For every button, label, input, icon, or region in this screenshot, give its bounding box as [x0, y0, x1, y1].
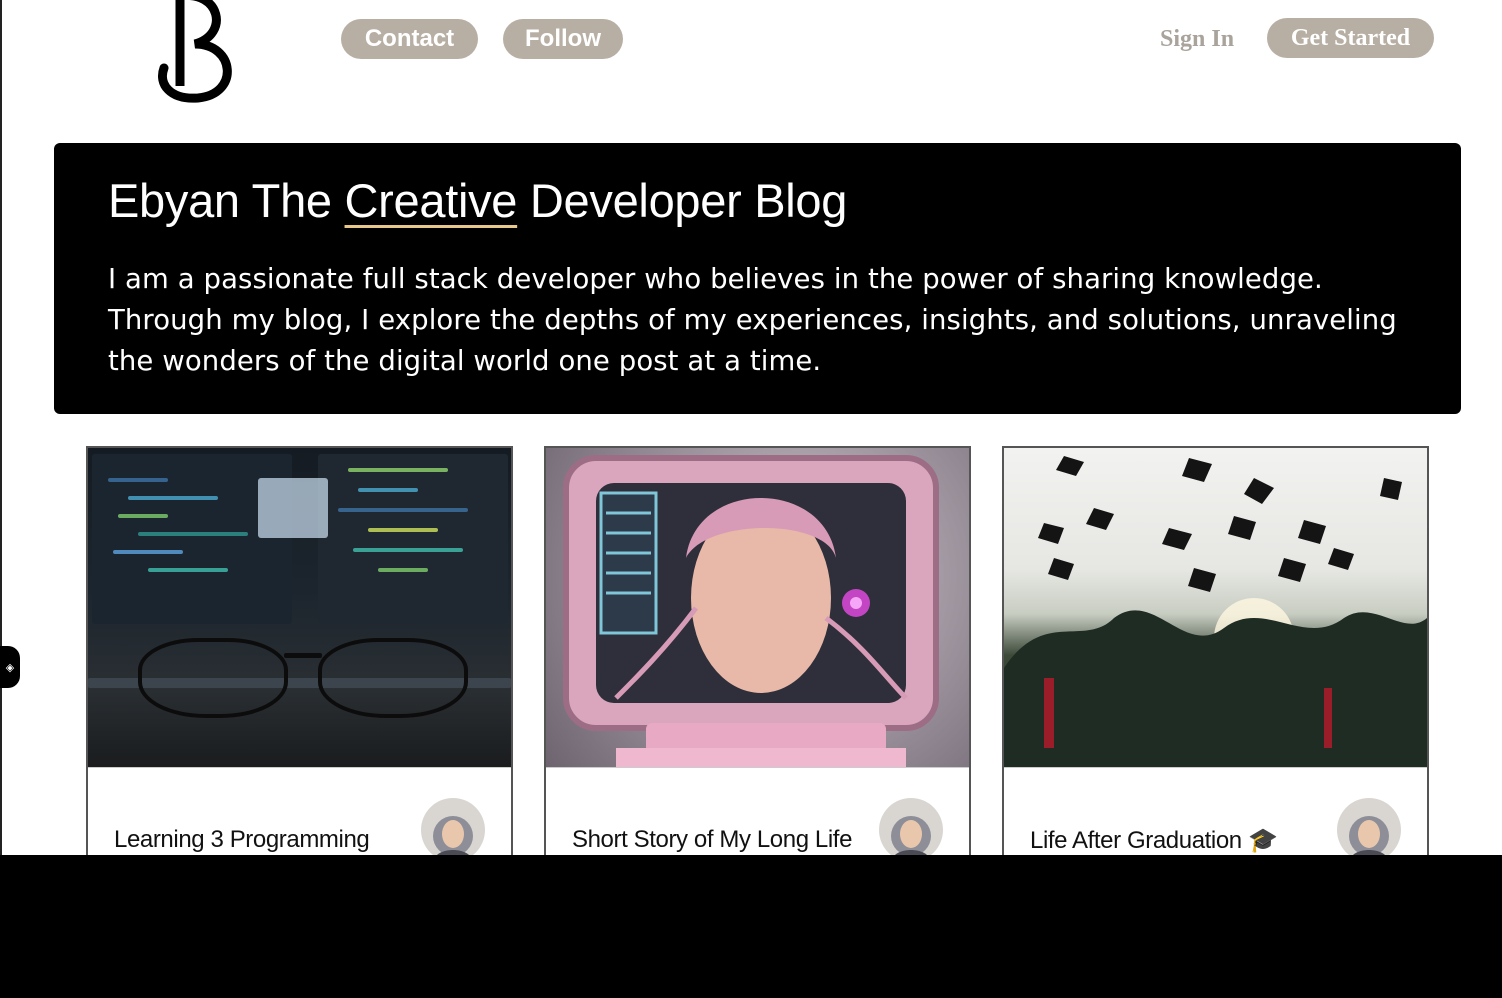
- post-card[interactable]: Life After Graduation 🎓: [1002, 446, 1429, 866]
- hero-title-highlight: Creative: [344, 174, 518, 227]
- post-title[interactable]: Life After Graduation 🎓: [1030, 826, 1278, 855]
- post-image-pink-computer[interactable]: [546, 448, 969, 768]
- post-card[interactable]: Short Story of My Long Life: [544, 446, 971, 866]
- hero-title-after: Developer Blog: [517, 174, 848, 227]
- logo-icon[interactable]: [150, 0, 250, 106]
- sign-in-link[interactable]: Sign In: [1160, 22, 1234, 56]
- post-title[interactable]: Learning 3 Programming: [114, 826, 370, 854]
- post-image-graduation-caps[interactable]: [1004, 448, 1427, 768]
- side-tab-icon[interactable]: ◈: [0, 646, 20, 688]
- hero-banner: Ebyan The Creative Developer Blog I am a…: [54, 143, 1461, 414]
- hero-title-before: Ebyan The: [108, 174, 345, 227]
- author-avatar[interactable]: [421, 798, 485, 862]
- post-card[interactable]: Learning 3 Programming: [86, 446, 513, 866]
- hero-description: I am a passionate full stack developer w…: [108, 263, 1397, 377]
- follow-button[interactable]: Follow: [503, 19, 623, 59]
- author-avatar[interactable]: [1337, 798, 1401, 862]
- post-image-code-screens[interactable]: [88, 448, 511, 768]
- page-left-border: [0, 0, 2, 855]
- bottom-black-overlay: [0, 855, 1502, 998]
- contact-button[interactable]: Contact: [341, 19, 478, 59]
- post-title[interactable]: Short Story of My Long Life: [572, 826, 852, 854]
- hero-title: Ebyan The Creative Developer Blog: [108, 173, 1407, 229]
- get-started-button[interactable]: Get Started: [1267, 18, 1434, 58]
- author-avatar[interactable]: [879, 798, 943, 862]
